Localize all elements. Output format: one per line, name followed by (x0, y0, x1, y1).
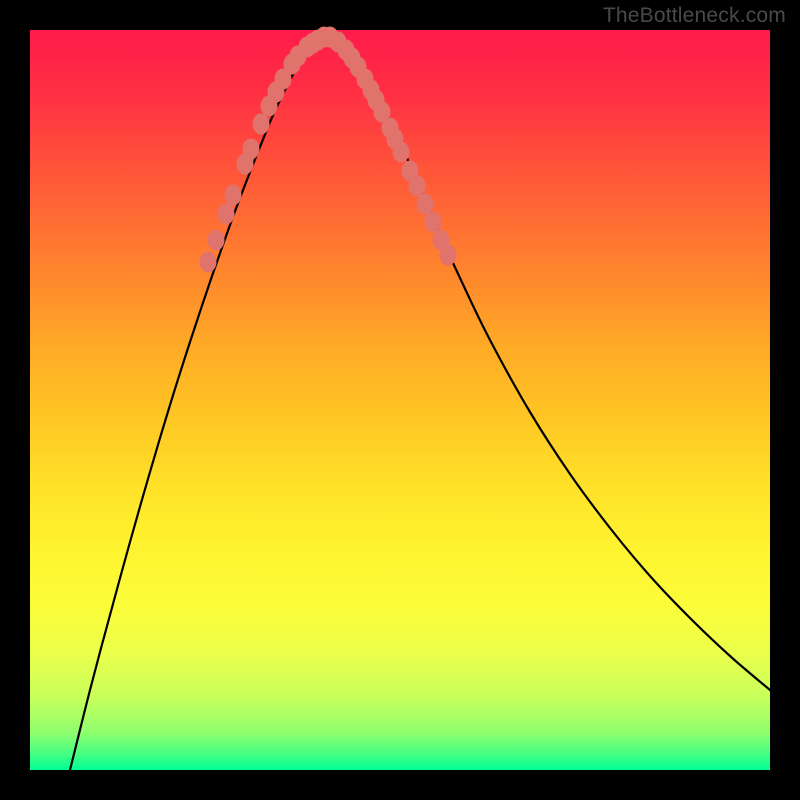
highlight-dot (409, 176, 426, 197)
highlight-dot (200, 252, 217, 273)
plot-area (30, 30, 770, 770)
highlight-dot (218, 204, 235, 225)
watermark-text: TheBottleneck.com (603, 4, 786, 28)
bottleneck-curve (70, 34, 770, 770)
highlight-dot (225, 185, 242, 206)
highlight-dot (243, 139, 260, 160)
highlight-dot (208, 230, 225, 251)
highlight-dot (425, 212, 442, 233)
curve-svg (30, 30, 770, 770)
highlight-dot (440, 245, 457, 266)
highlight-dot (253, 114, 270, 135)
highlight-dot (393, 142, 410, 163)
highlight-dots (200, 27, 457, 273)
highlight-dot (417, 194, 434, 215)
chart-frame: TheBottleneck.com (0, 0, 800, 800)
